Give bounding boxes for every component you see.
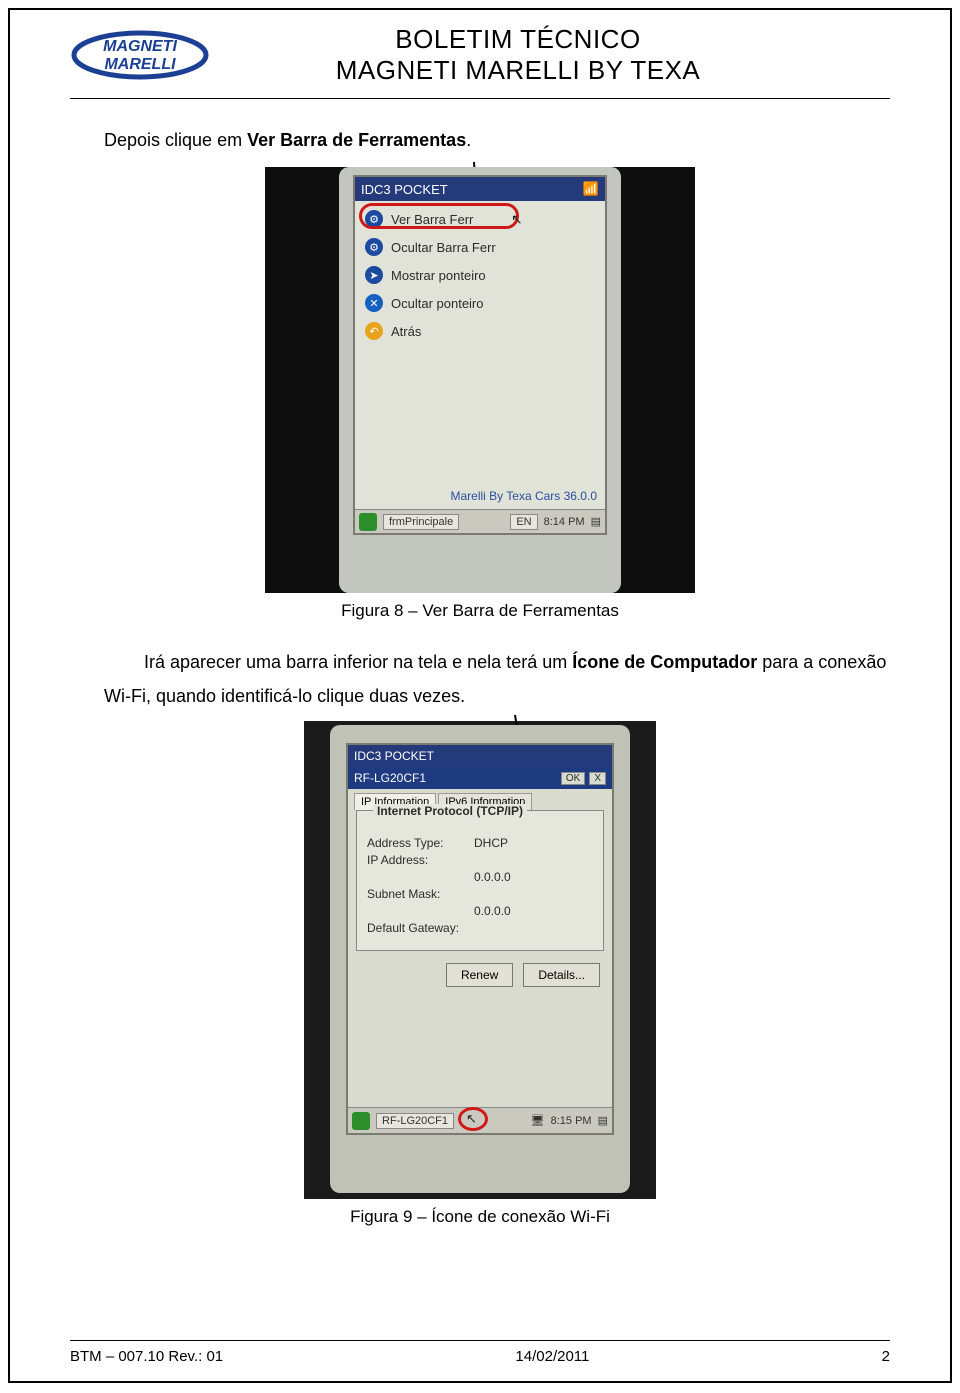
renew-button[interactable]: Renew: [446, 963, 513, 987]
row-address-type: Address Type:DHCP: [367, 836, 593, 850]
footer-left: BTM – 007.10 Rev.: 01: [70, 1348, 223, 1365]
screen2-subtitle: RF-LG20CF1 OK X: [348, 767, 612, 789]
panel-legend: Internet Protocol (TCP/IP): [373, 804, 527, 818]
screen1-brand: Marelli By Texa Cars 36.0.0: [450, 489, 597, 503]
doc-title-1: BOLETIM TÉCNICO: [146, 24, 890, 55]
close-button[interactable]: X: [589, 772, 606, 785]
screen1-taskbar: frmPrincipale EN 8:14 PM ▤: [355, 509, 605, 533]
pda-device-1: IDC3 POCKET 📶 ↖ ⚙Ver Barra Ferr ⚙Ocultar…: [339, 167, 621, 593]
footer-right: 2: [882, 1348, 890, 1365]
figure-8-caption: Figura 8 – Ver Barra de Ferramentas: [70, 601, 890, 621]
taskbar-tray-icon[interactable]: ▤: [598, 1114, 608, 1127]
doc-title-2: MAGNETI MARELLI BY TEXA: [146, 55, 890, 86]
row-gateway: Default Gateway:: [367, 921, 593, 935]
menu-label-4: Atrás: [391, 324, 421, 339]
menu-label-1: Ocultar Barra Ferr: [391, 240, 496, 255]
menu-label-2: Mostrar ponteiro: [391, 268, 486, 283]
menu-item-ocultar-ponteiro[interactable]: ✕ Ocultar ponteiro: [363, 289, 597, 317]
screen2-titlebar: IDC3 POCKET: [348, 745, 612, 767]
pointer-icon: ➤: [365, 266, 383, 284]
screen1-title: IDC3 POCKET: [361, 182, 448, 197]
pda-device-2: IDC3 POCKET RF-LG20CF1 OK X IP Informati…: [330, 725, 630, 1193]
header-divider: [70, 98, 890, 99]
taskbar-app-1[interactable]: frmPrincipale: [383, 514, 459, 530]
para1-pre: Depois clique em: [104, 130, 247, 150]
start-icon[interactable]: [359, 513, 377, 531]
row-subnet: Subnet Mask:: [367, 887, 593, 901]
x-icon: ✕: [365, 294, 383, 312]
footer-divider: [70, 1340, 890, 1341]
ok-button[interactable]: OK: [561, 772, 585, 785]
taskbar-tray-icon[interactable]: ▤: [591, 515, 601, 528]
paragraph-2-line2: Wi-Fi, quando identificá-lo clique duas …: [104, 683, 890, 709]
red-highlight-ring-1: [359, 203, 519, 229]
para1-bold: Ver Barra de Ferramentas: [247, 130, 466, 150]
menu-item-ocultar-barra[interactable]: ⚙ Ocultar Barra Ferr: [363, 233, 597, 261]
row-ip-address: IP Address:: [367, 853, 593, 867]
screen1-titlebar: IDC3 POCKET 📶: [355, 177, 605, 201]
taskbar-time-1: 8:14 PM: [544, 516, 585, 528]
paragraph-2-line1: Irá aparecer uma barra inferior na tela …: [144, 649, 890, 675]
computer-icon[interactable]: 🖥: [531, 1114, 545, 1127]
p2-post: para a conexão: [757, 652, 886, 672]
figure-9-photo: IDC3 POCKET RF-LG20CF1 OK X IP Informati…: [304, 721, 656, 1199]
ip-panel: Internet Protocol (TCP/IP) Address Type:…: [356, 810, 604, 951]
footer: BTM – 007.10 Rev.: 01 14/02/2011 2: [70, 1348, 890, 1365]
panel-buttons: Renew Details...: [348, 951, 612, 987]
row-ip-value: 0.0.0.0: [367, 870, 593, 884]
page: MAGNETI MARELLI BOLETIM TÉCNICO MAGNETI …: [8, 8, 952, 1383]
p2-pre: Irá aparecer uma barra inferior na tela …: [144, 652, 572, 672]
gear-icon: ⚙: [365, 238, 383, 256]
signal-icon: 📶: [583, 181, 599, 197]
menu-item-mostrar-ponteiro[interactable]: ➤ Mostrar ponteiro: [363, 261, 597, 289]
taskbar-time-2: 8:15 PM: [551, 1115, 592, 1127]
p2-bold: Ícone de Computador: [572, 652, 757, 672]
header: MAGNETI MARELLI BOLETIM TÉCNICO MAGNETI …: [70, 24, 890, 96]
menu-label-3: Ocultar ponteiro: [391, 296, 484, 311]
taskbar-lang[interactable]: EN: [510, 514, 537, 530]
details-button[interactable]: Details...: [523, 963, 600, 987]
cursor-icon: ↖: [511, 211, 523, 228]
paragraph-1: Depois clique em Ver Barra de Ferramenta…: [104, 127, 890, 153]
start-icon[interactable]: [352, 1112, 370, 1130]
cursor-icon: ↖: [466, 1111, 477, 1127]
title-block: BOLETIM TÉCNICO MAGNETI MARELLI BY TEXA: [146, 24, 890, 86]
figure-9-caption: Figura 9 – Ícone de conexão Wi-Fi: [70, 1207, 890, 1227]
footer-center: 14/02/2011: [515, 1348, 589, 1365]
para1-post: .: [466, 130, 471, 150]
pda-screen-2: IDC3 POCKET RF-LG20CF1 OK X IP Informati…: [346, 743, 614, 1135]
taskbar-app-2[interactable]: RF-LG20CF1: [376, 1113, 454, 1129]
menu-item-atras[interactable]: ↶ Atrás: [363, 317, 597, 345]
pda-screen-1: IDC3 POCKET 📶 ↖ ⚙Ver Barra Ferr ⚙Ocultar…: [353, 175, 607, 535]
row-subnet-value: 0.0.0.0: [367, 904, 593, 918]
back-icon: ↶: [365, 322, 383, 340]
figure-8-photo: IDC3 POCKET 📶 ↖ ⚙Ver Barra Ferr ⚙Ocultar…: [265, 167, 695, 593]
screen2-subtitle-text: RF-LG20CF1: [354, 771, 426, 785]
